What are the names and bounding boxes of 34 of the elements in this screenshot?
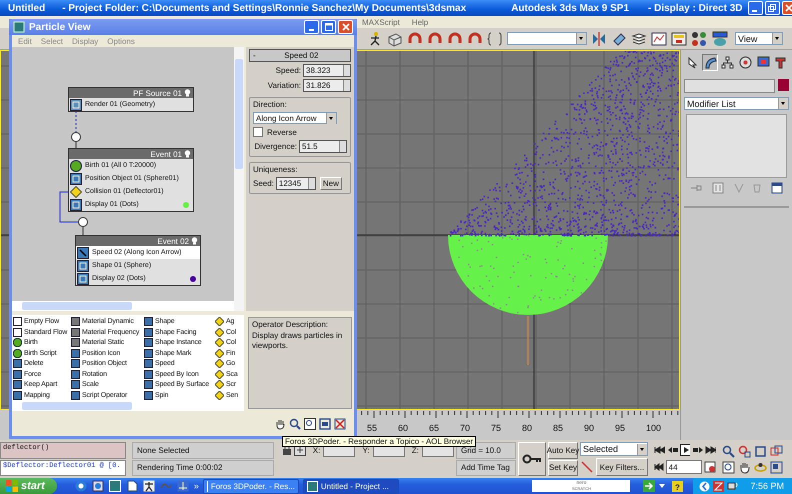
project-folder-title: - Project Folder: C:\Documents and Settings\Ronnie Sanchez\My Documents\3dsmax: [62, 2, 466, 14]
group-title: Uniqueness:: [253, 165, 298, 174]
parameter-label: Seed:: [253, 179, 274, 188]
frame-tick-label: 95: [615, 423, 626, 433]
parameter-label: Divergence:: [254, 142, 297, 151]
event-title: PF Source 01: [133, 88, 182, 98]
coordinate-label: Z:: [412, 446, 419, 454]
frame-tick-label: 85: [553, 423, 564, 433]
frame-tick-label: 90: [584, 423, 594, 433]
display-driver-title: - Display : Direct 3D: [648, 2, 742, 14]
frame-tick-label: 70: [460, 423, 470, 433]
frame-tick-label: 75: [491, 423, 502, 433]
frame-tick-label: 60: [398, 423, 408, 433]
window-title: Particle View: [29, 22, 91, 32]
clock: 7:56 PM: [750, 481, 784, 491]
frame-tick-label: 100: [646, 423, 662, 433]
parameter-label: Speed:: [276, 66, 301, 75]
coordinate-label: X:: [312, 446, 320, 454]
window-title: Untitled: [8, 2, 46, 14]
parameter-label: Variation:: [268, 81, 301, 90]
tooltip: Foros 3DPoder. - Responder a Topico - AOL Browser: [282, 436, 476, 447]
group-title: Operator Description:: [252, 320, 330, 329]
event-title: Event 02: [157, 236, 189, 246]
coordinate-label: Y:: [362, 446, 370, 454]
frame-tick-label: 65: [429, 423, 440, 433]
collapse-sign: -: [253, 51, 256, 60]
operator-description: Display draws particles in viewports.: [252, 331, 344, 351]
selection-status: None Selected: [132, 442, 274, 458]
rollout-title: Speed 02: [283, 51, 320, 60]
app-title: Autodesk 3ds Max 9 SP1: [511, 2, 630, 14]
group-title: Direction:: [253, 100, 288, 109]
frame-tick-label: 80: [522, 423, 532, 433]
frame-tick-label: 55: [367, 423, 378, 433]
event-title: Event 01: [150, 150, 182, 158]
